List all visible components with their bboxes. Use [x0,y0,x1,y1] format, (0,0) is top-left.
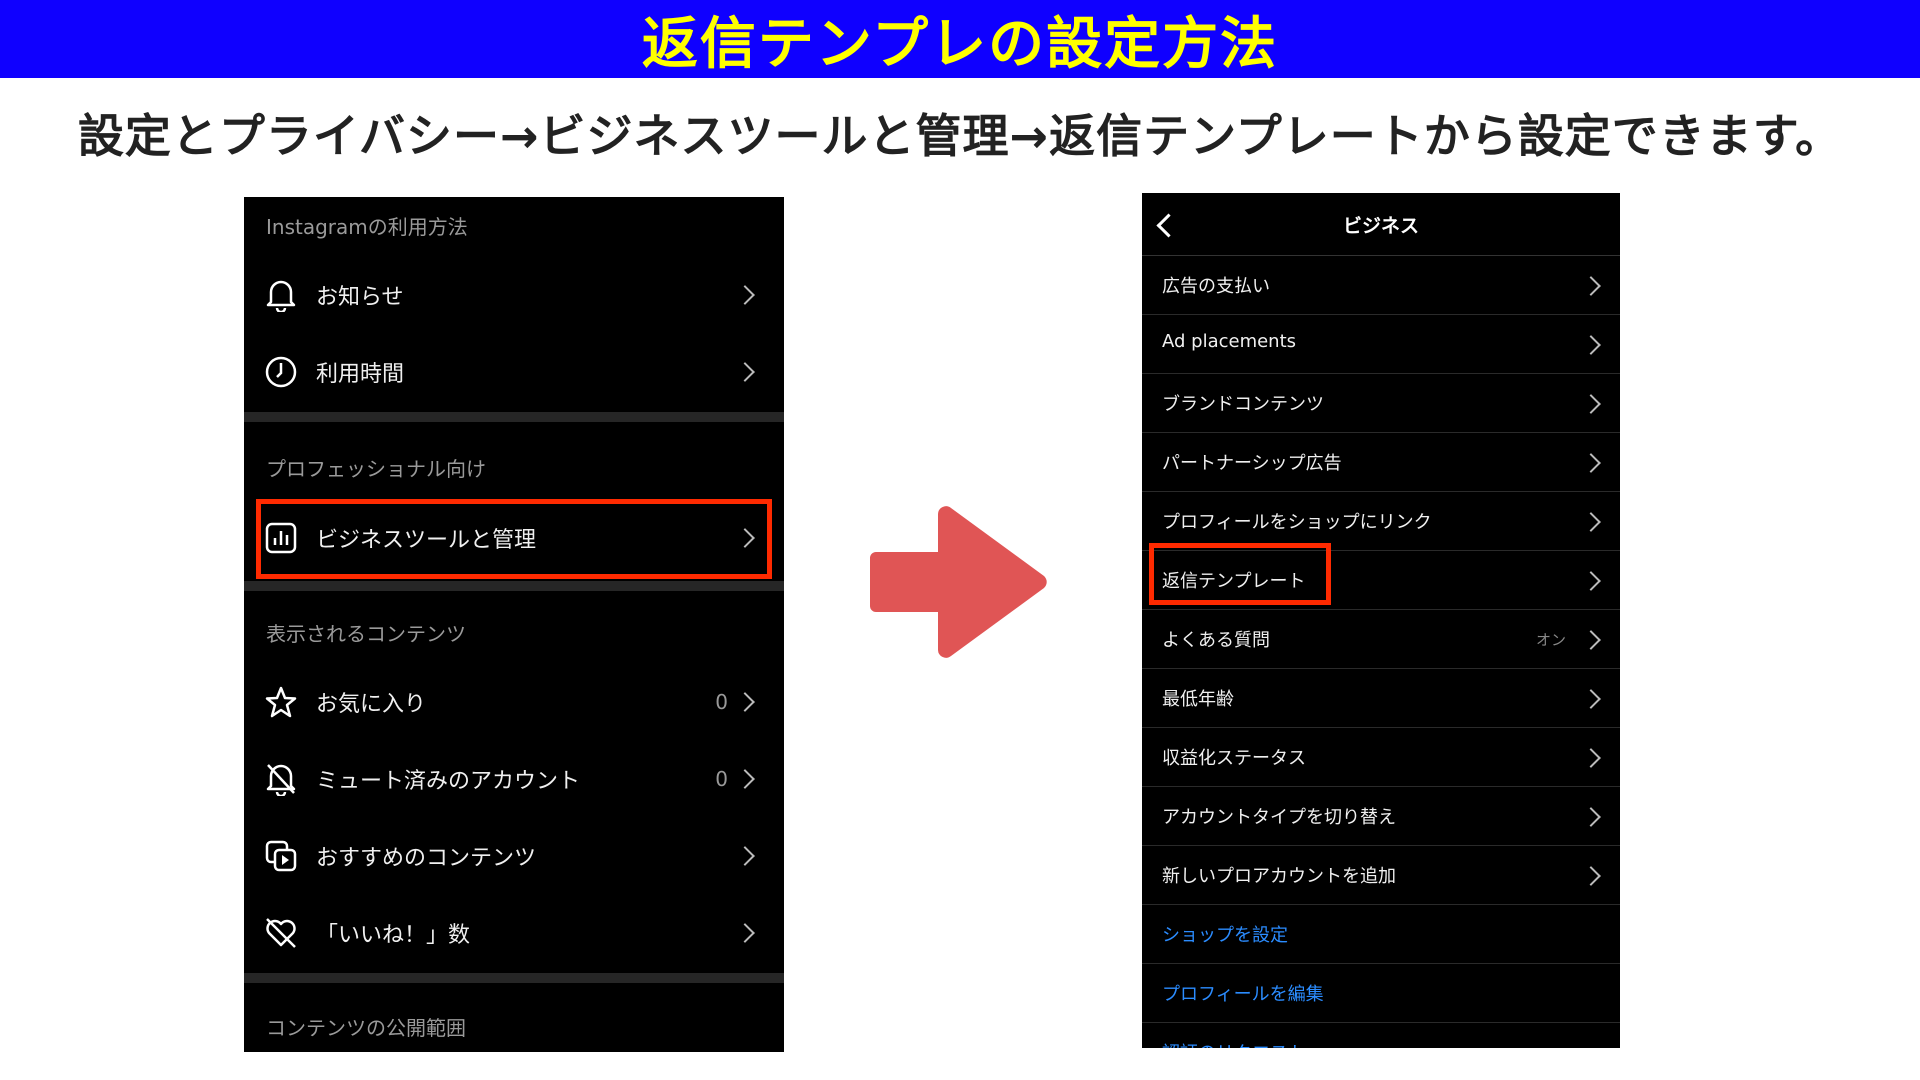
menu-item-label: おすすめのコンテンツ [316,846,537,871]
menu-item-label: 新しいプロアカウントを追加 [1162,866,1396,887]
chevron-right-icon [1581,453,1601,473]
menu-link-label: 認証のリクエスト [1162,1039,1306,1048]
business-header: ビジネス [1142,193,1620,256]
menu-item-suggested-content[interactable]: おすすめのコンテンツ [244,821,784,891]
menu-item-notifications[interactable]: お知らせ [244,260,784,330]
bell-off-icon [264,762,298,796]
menu-item-label: アカウントタイプを切り替え [1162,807,1396,828]
menu-item-label: お知らせ [316,285,404,310]
business-title: ビジネス [1342,215,1419,237]
heart-off-icon [264,916,298,950]
chevron-right-icon [735,285,755,305]
menu-item-label: 最低年齢 [1162,689,1234,710]
link-edit-profile[interactable]: プロフィールを編集 [1142,963,1620,1023]
settings-screen: Instagramの利用方法 お知らせ 利用時間 プロフェッショナル向け ビジネ… [244,197,784,1052]
star-icon [264,685,298,719]
section-label-content: 表示されるコンテンツ [266,622,466,646]
menu-item-label: よくある質問 [1162,630,1270,651]
menu-item-like-counts[interactable]: 「いいね！」数 [244,898,784,968]
menu-link-label: プロフィールを編集 [1162,984,1324,1005]
chevron-right-icon [735,769,755,789]
menu-item-monetization-status[interactable]: 収益化ステータス [1142,727,1620,787]
instruction-text: 設定とプライバシー→ビジネスツールと管理→返信テンプレートから設定できます。 [77,109,1843,163]
menu-item-label: Ad placements [1162,331,1297,352]
chevron-right-icon [1581,276,1601,296]
menu-item-add-pro-account[interactable]: 新しいプロアカウントを追加 [1142,845,1620,905]
menu-item-partnership-ads[interactable]: パートナーシップ広告 [1142,432,1620,492]
menu-item-label: お気に入り [316,692,427,717]
chevron-right-icon [735,846,755,866]
section-label-usage: Instagramの利用方法 [266,215,468,239]
menu-item-label: ミュート済みのアカウント [316,769,581,794]
clock-icon [264,355,298,389]
menu-item-switch-account-type[interactable]: アカウントタイプを切り替え [1142,786,1620,846]
menu-item-ad-payments[interactable]: 広告の支払い [1142,255,1620,315]
section-divider [244,973,784,983]
menu-item-label: ブランドコンテンツ [1162,394,1324,415]
menu-item-label: パートナーシップ広告 [1162,453,1342,474]
chevron-right-icon [1581,807,1601,827]
bell-icon [264,278,298,312]
chevron-right-icon [735,692,755,712]
title-banner: 返信テンプレの設定方法 [0,0,1920,78]
chevron-right-icon [1581,571,1601,591]
menu-item-label: プロフィールをショップにリンク [1162,512,1432,533]
highlight-box-business-tools [256,499,772,579]
favorites-count: 0 [715,690,728,714]
chevron-right-icon [1581,335,1601,355]
menu-item-minimum-age[interactable]: 最低年齢 [1142,668,1620,728]
chevron-right-icon [735,923,755,943]
section-divider [244,412,784,422]
menu-item-label: 「いいね！」数 [316,923,471,948]
menu-item-label: 収益化ステータス [1162,748,1306,769]
menu-item-link-shop[interactable]: プロフィールをショップにリンク [1142,491,1620,551]
section-label-professional: プロフェッショナル向け [266,457,486,481]
menu-link-label: ショップを設定 [1162,925,1288,946]
menu-item-favorites[interactable]: お気に入り 0 [244,667,784,737]
highlight-box-saved-replies [1149,543,1331,605]
page-title: 返信テンプレの設定方法 [641,11,1279,77]
menu-item-ad-placements[interactable]: Ad placements [1142,314,1620,374]
arrow-right-icon [870,506,1047,658]
chevron-right-icon [1581,689,1601,709]
menu-item-branded-content[interactable]: ブランドコンテンツ [1142,373,1620,433]
business-screen: ビジネス 広告の支払い Ad placements ブランドコンテンツ パートナ… [1142,193,1620,1048]
menu-item-time-spent[interactable]: 利用時間 [244,337,784,407]
chevron-right-icon [1581,630,1601,650]
chevron-right-icon [1581,512,1601,532]
chevron-right-icon [1581,866,1601,886]
chevron-right-icon [1581,748,1601,768]
link-setup-shop[interactable]: ショップを設定 [1142,904,1620,964]
chevron-right-icon [1581,394,1601,414]
menu-item-faq[interactable]: よくある質問 オン [1142,609,1620,669]
section-divider [244,581,784,591]
faq-status: オン [1535,631,1566,649]
menu-item-label: 広告の支払い [1162,276,1270,297]
chevron-right-icon [735,362,755,382]
section-label-visibility: コンテンツの公開範囲 [266,1016,466,1040]
menu-item-label: 利用時間 [316,362,405,387]
suggested-content-icon [264,839,298,873]
menu-item-muted-accounts[interactable]: ミュート済みのアカウント 0 [244,744,784,814]
muted-count: 0 [715,767,728,791]
link-request-verification[interactable]: 認証のリクエスト [1142,1022,1620,1048]
